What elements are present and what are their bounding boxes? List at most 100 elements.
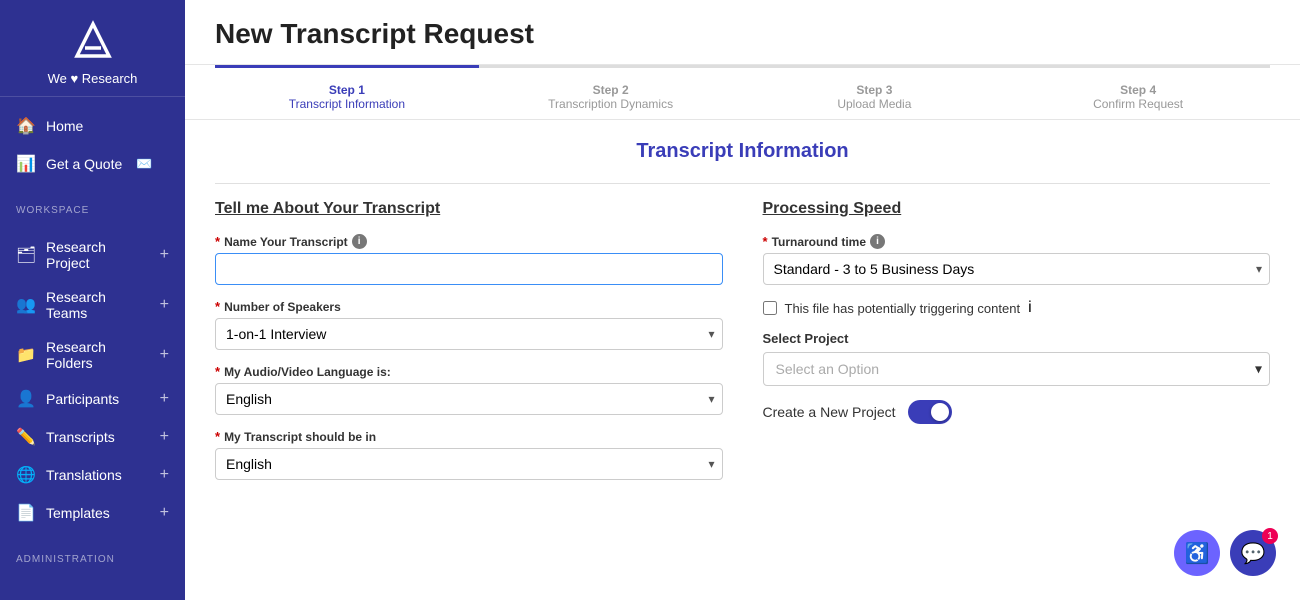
sidebar-item-research-project[interactable]: 🗂 Research Project + [0,230,185,280]
left-column: Tell me About Your Transcript * Name You… [215,200,723,494]
name-transcript-input[interactable] [215,253,723,285]
toggle-slider [908,400,952,424]
step-1-num: Step 1 [329,83,365,97]
plus-icon-5[interactable]: + [160,428,169,446]
triggering-content-checkbox[interactable] [763,301,777,315]
plus-icon-2[interactable]: + [160,296,169,314]
step-4-label: Confirm Request [1093,97,1183,111]
project-select[interactable]: Select an Option [763,352,1271,386]
turnaround-info-icon[interactable]: i [870,234,885,249]
quote-icon: 📊 [16,154,36,174]
triggering-content-label: This file has potentially triggering con… [785,301,1021,316]
new-project-toggle[interactable] [908,400,952,424]
speakers-select[interactable]: 1-on-1 Interview Group (3-6 speakers) La… [215,318,723,350]
plus-icon-7[interactable]: + [160,504,169,522]
tell-me-title: Tell me About Your Transcript [215,200,723,218]
sidebar-item-templates-label: Templates [46,505,110,521]
sidebar-item-home[interactable]: 🏠 Home [0,107,185,145]
sidebar-item-get-a-quote[interactable]: 📊 Get a Quote ✉️ [0,145,185,183]
page-title: New Transcript Request [215,18,1270,50]
sidebar: We ♥ Research 🏠 Home 📊 Get a Quote ✉️ WO… [0,0,185,600]
research-project-icon: 🗂 [16,245,36,265]
plus-icon[interactable]: + [160,246,169,264]
name-transcript-group: * Name Your Transcript i [215,234,723,285]
participants-icon: 👤 [16,389,36,409]
accessibility-icon: ♿ [1185,541,1210,566]
sidebar-item-participants[interactable]: 👤 Participants + [0,380,185,418]
turnaround-select-wrapper: Standard - 3 to 5 Business Days Rush - 1… [763,253,1271,285]
audio-lang-select-wrapper: English Spanish French ▾ [215,383,723,415]
admin-label: ADMINISTRATION [0,542,185,569]
sidebar-logo: We ♥ Research [0,0,185,97]
step-4-num: Step 4 [1120,83,1156,97]
step-1[interactable]: Step 1 Transcript Information [215,65,479,119]
sidebar-workspace-nav: 🗂 Research Project + 👥 Research Teams + … [0,220,185,542]
step-4-bar [1006,65,1270,68]
transcripts-icon: ✏️ [16,427,36,447]
step-3-label: Upload Media [837,97,911,111]
step-4[interactable]: Step 4 Confirm Request [1006,65,1270,119]
required-star: * [215,234,220,249]
sidebar-main-nav: 🏠 Home 📊 Get a Quote ✉️ [0,97,185,193]
sidebar-item-translations-label: Translations [46,467,122,483]
transcript-lang-select-wrapper: English Spanish French ▾ [215,448,723,480]
logo-icon [69,18,117,66]
transcript-lang-label-text: My Transcript should be in [224,430,376,444]
divider [215,183,1270,184]
sidebar-item-quote-label: Get a Quote [46,156,122,172]
templates-icon: 📄 [16,503,36,523]
select-project-label: Select Project [763,331,1271,346]
step-2-num: Step 2 [593,83,629,97]
sidebar-item-research-project-label: Research Project [46,239,150,271]
home-icon: 🏠 [16,116,36,136]
chat-icon: 💬 [1241,541,1266,566]
sidebar-item-research-folders-label: Research Folders [46,339,150,371]
plus-icon-4[interactable]: + [160,390,169,408]
turnaround-group: * Turnaround time i Standard - 3 to 5 Bu… [763,234,1271,285]
workspace-label: WORKSPACE [0,193,185,220]
new-project-label: Create a New Project [763,404,896,420]
sidebar-item-research-folders[interactable]: 📁 Research Folders + [0,330,185,380]
sidebar-item-transcripts[interactable]: ✏️ Transcripts + [0,418,185,456]
step-3[interactable]: Step 3 Upload Media [743,65,1007,119]
transcript-lang-select[interactable]: English Spanish French [215,448,723,480]
required-star-5: * [763,234,768,249]
form-columns: Tell me About Your Transcript * Name You… [215,200,1270,494]
triggering-info-icon[interactable]: i [1028,299,1032,317]
turnaround-label-text: Turnaround time [772,235,866,249]
accessibility-button[interactable]: ♿ [1174,530,1220,576]
plus-icon-3[interactable]: + [160,346,169,364]
audio-lang-label-text: My Audio/Video Language is: [224,365,391,379]
chat-badge: 1 [1262,528,1278,544]
sidebar-item-research-teams[interactable]: 👥 Research Teams + [0,280,185,330]
project-select-wrapper: Select an Option ▾ [763,352,1271,386]
sidebar-item-participants-label: Participants [46,391,119,407]
speakers-select-wrapper: 1-on-1 Interview Group (3-6 speakers) La… [215,318,723,350]
turnaround-select[interactable]: Standard - 3 to 5 Business Days Rush - 1… [763,253,1271,285]
chat-button[interactable]: 💬 1 [1230,530,1276,576]
sidebar-item-home-label: Home [46,118,83,134]
research-teams-icon: 👥 [16,295,36,315]
select-project-group: Select Project Select an Option ▾ [763,331,1271,386]
step-2[interactable]: Step 2 Transcription Dynamics [479,65,743,119]
translations-icon: 🌐 [16,465,36,485]
turnaround-label: * Turnaround time i [763,234,1271,249]
main-content: New Transcript Request Step 1 Transcript… [185,0,1300,600]
research-folders-icon: 📁 [16,345,36,365]
audio-lang-select[interactable]: English Spanish French [215,383,723,415]
sidebar-item-templates[interactable]: 📄 Templates + [0,494,185,532]
step-2-label: Transcription Dynamics [548,97,673,111]
sidebar-tagline: We ♥ Research [48,71,138,86]
transcript-lang-label: * My Transcript should be in [215,429,723,444]
step-1-label: Transcript Information [289,97,405,111]
form-area: Transcript Information Tell me About You… [185,120,1300,600]
required-star-3: * [215,364,220,379]
stepper: Step 1 Transcript Information Step 2 Tra… [185,65,1300,120]
envelope-icon: ✉️ [136,156,152,172]
sidebar-item-translations[interactable]: 🌐 Translations + [0,456,185,494]
plus-icon-6[interactable]: + [160,466,169,484]
sidebar-item-research-teams-label: Research Teams [46,289,150,321]
sidebar-item-transcripts-label: Transcripts [46,429,115,445]
speakers-label-text: Number of Speakers [224,300,341,314]
name-info-icon[interactable]: i [352,234,367,249]
